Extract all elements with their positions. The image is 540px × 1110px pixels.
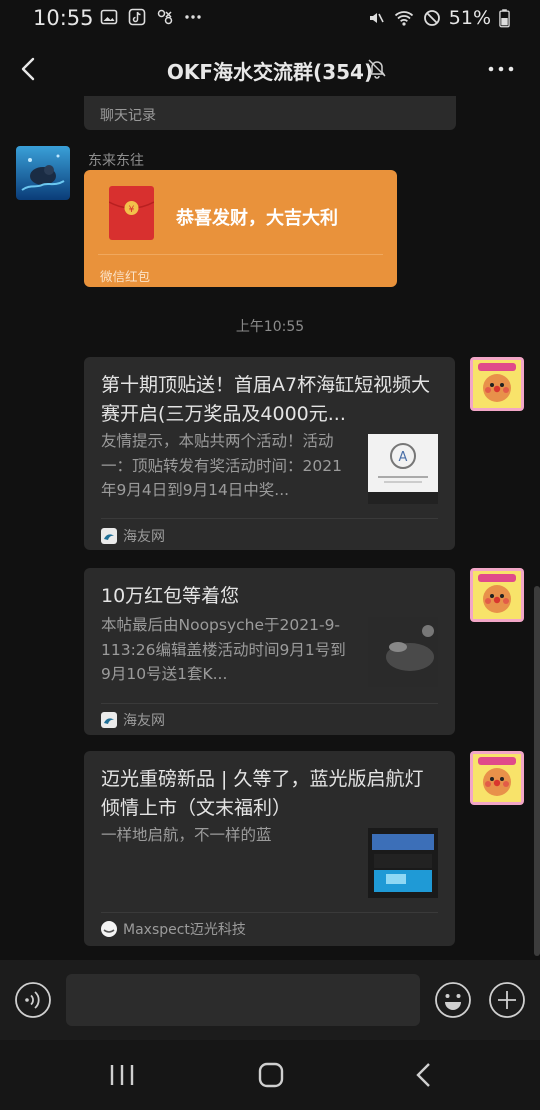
link-card-description: 友情提示，本贴共两个活动！活动一：顶贴转发有奖活动时间：2021年9月4日到9月… <box>101 432 342 499</box>
red-packet-message[interactable]: ¥ 恭喜发财，大吉大利 微信红包 <box>84 170 397 287</box>
link-card-title: 第十期顶贴送！首届A7杯海缸短视频大赛开启(三万奖品及4000元... <box>101 374 431 425</box>
recent-apps-icon[interactable] <box>108 1062 136 1088</box>
app-notification-icon <box>157 9 173 25</box>
battery-percent: 51% <box>448 7 491 29</box>
article-thumbnail-icon <box>368 617 438 687</box>
link-card-description: 一样地启航，不一样的蓝 <box>101 826 272 844</box>
mute-icon <box>369 13 384 23</box>
scrollbar[interactable] <box>534 586 540 956</box>
chat-header: OKF海水交流群(354) <box>0 44 540 96</box>
maxspect-logo-icon <box>101 921 117 937</box>
link-card-title: 迈光重磅新品 | 久等了，蓝光版启航灯倾情上市（文末福利） <box>101 768 424 819</box>
status-time: 10:55 <box>33 6 94 30</box>
divider <box>101 518 438 519</box>
home-icon[interactable] <box>258 1062 284 1088</box>
link-card[interactable]: 10万红包等着您 本帖最后由Noopsyche于2021-9-113:26编辑盖… <box>84 568 455 735</box>
chat-title: OKF海水交流群(354) <box>166 60 374 84</box>
emoji-icon[interactable] <box>434 981 472 1019</box>
more-options-icon[interactable] <box>486 58 516 80</box>
haiyou-logo-icon <box>101 712 117 728</box>
message-timestamp: 上午10:55 <box>235 319 305 335</box>
anpanman-avatar-icon <box>470 751 524 805</box>
battery-icon <box>499 9 510 28</box>
message-input-bar <box>0 960 540 1040</box>
article-thumbnail-icon <box>368 828 438 898</box>
red-envelope-icon: ¥ <box>109 186 154 240</box>
status-bar: 10:55 51% <box>0 0 540 36</box>
chat-history-label: 聊天记录 <box>100 108 156 124</box>
message-input[interactable] <box>66 974 420 1026</box>
link-card[interactable]: 第十期顶贴送！首届A7杯海缸短视频大赛开启(三万奖品及4000元... 友情提示… <box>84 357 455 550</box>
avatar[interactable] <box>470 357 524 411</box>
gallery-icon <box>100 9 118 25</box>
haiyou-logo-icon <box>101 528 117 544</box>
sender-name: 东来东往 <box>88 153 144 169</box>
link-card-title: 10万红包等着您 <box>101 585 240 607</box>
wifi-icon <box>394 11 413 26</box>
avatar[interactable] <box>470 568 524 622</box>
chat-history-card[interactable]: 聊天记录 <box>84 96 456 130</box>
red-packet-title: 恭喜发财，大吉大利 <box>176 208 338 229</box>
link-card-source: 海友网 <box>123 713 165 729</box>
anpanman-avatar-icon <box>470 568 524 622</box>
dnd-icon <box>423 10 440 26</box>
svg-text:A: A <box>399 450 408 465</box>
voice-input-icon[interactable] <box>14 981 52 1019</box>
red-packet-footer: 微信红包 <box>100 269 151 284</box>
link-card[interactable]: 迈光重磅新品 | 久等了，蓝光版启航灯倾情上市（文末福利） 一样地启航，不一样的… <box>84 751 455 946</box>
divider <box>101 703 438 704</box>
divider <box>101 912 438 913</box>
anpanman-avatar-icon <box>470 357 524 411</box>
more-dots-icon <box>185 15 201 19</box>
chat-message-list[interactable]: 聊天记录 东来东往 ¥ 恭喜发财，大吉大利 微信红包 上午10:55 第十期顶贴… <box>0 96 540 960</box>
tiktok-icon <box>128 8 146 26</box>
system-back-icon[interactable] <box>410 1060 438 1090</box>
link-card-description: 本帖最后由Noopsyche于2021-9-113:26编辑盖楼活动时间9月1号… <box>101 616 346 683</box>
system-navigation-bar <box>0 1040 540 1110</box>
article-thumbnail-icon: A <box>368 434 438 504</box>
svg-text:¥: ¥ <box>129 205 135 215</box>
diver-photo-icon <box>16 146 70 200</box>
avatar[interactable] <box>470 751 524 805</box>
divider <box>98 254 383 255</box>
notification-muted-icon <box>368 59 386 79</box>
plus-icon[interactable] <box>488 981 526 1019</box>
link-card-source: Maxspect迈光科技 <box>123 922 246 938</box>
avatar[interactable] <box>16 146 70 200</box>
link-card-source: 海友网 <box>123 529 165 545</box>
